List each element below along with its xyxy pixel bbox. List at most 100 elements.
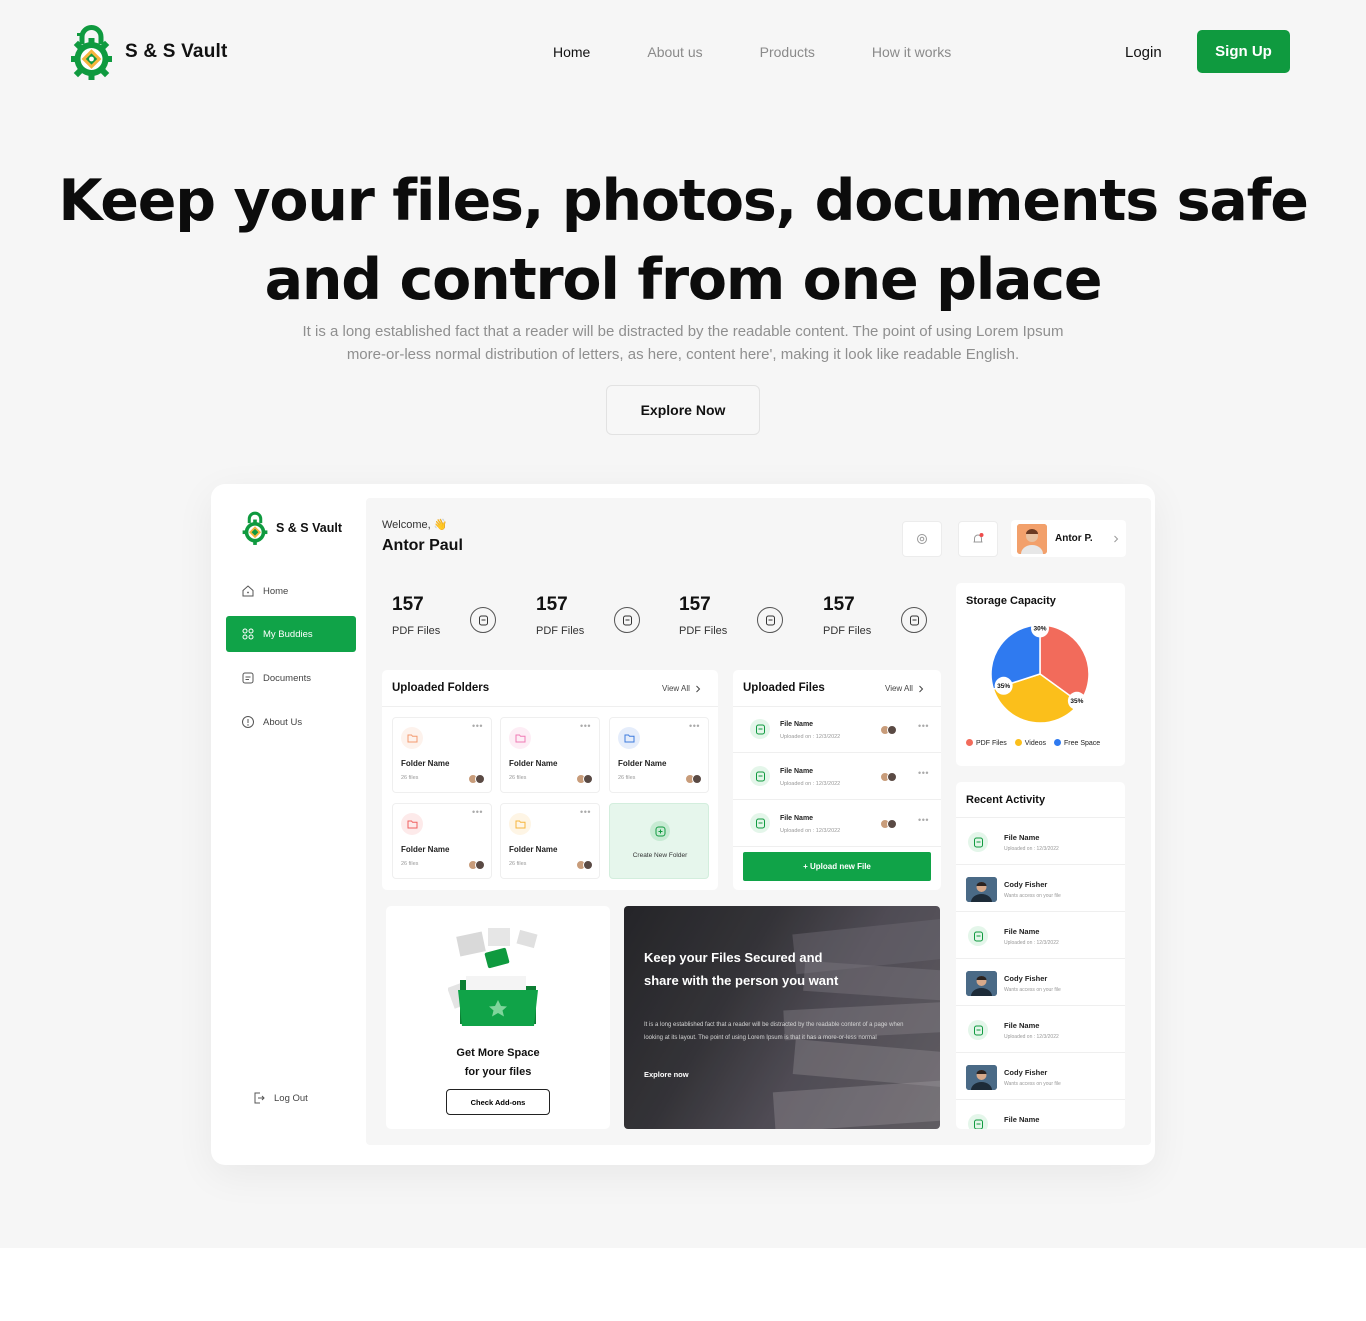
legend-label: Videos bbox=[1024, 740, 1047, 747]
explore-now-button[interactable]: Explore Now bbox=[606, 385, 760, 435]
activity-subtitle: Uploaded on : 12/3/2022 bbox=[1004, 846, 1059, 852]
nav-products-link[interactable]: Products bbox=[760, 44, 815, 60]
nav-home-link[interactable]: Home bbox=[553, 44, 590, 60]
shared-users-avatars bbox=[880, 772, 897, 782]
activity-item[interactable]: Cody Fisher Wants access on your file bbox=[956, 864, 1125, 911]
stat-card[interactable]: 157 PDF Files bbox=[526, 583, 654, 657]
pie-label-text: 35% bbox=[1070, 698, 1083, 705]
sidebar-logo[interactable]: S & S Vault bbox=[242, 511, 342, 545]
folder-icon bbox=[509, 727, 531, 749]
banner-explore-link[interactable]: Explore now bbox=[644, 1070, 689, 1079]
card-title: Uploaded Folders bbox=[392, 682, 490, 694]
avatar bbox=[1017, 523, 1047, 554]
settings-button[interactable] bbox=[902, 521, 942, 557]
activity-item[interactable]: File Name Uploaded on : 12/3/2022 bbox=[956, 911, 1125, 958]
create-new-folder-tile[interactable]: Create New Folder bbox=[609, 803, 709, 879]
activity-title: Cody Fisher bbox=[1004, 880, 1048, 889]
nav-about-link[interactable]: About us bbox=[647, 44, 702, 60]
folder-tile[interactable]: ••• Folder Name 26 files bbox=[609, 717, 709, 793]
more-options-icon[interactable]: ••• bbox=[580, 721, 591, 731]
activity-item[interactable]: Cody Fisher Wants access on your file bbox=[956, 1052, 1125, 1099]
sidebar-item-label: Home bbox=[263, 585, 289, 597]
nav-how-it-works-link[interactable]: How it works bbox=[872, 44, 951, 60]
sidebar-brand-name: S & S Vault bbox=[276, 521, 342, 535]
activity-subtitle: Wants access on your file bbox=[1004, 1081, 1061, 1087]
more-options-icon[interactable]: ••• bbox=[472, 721, 483, 731]
sidebar-item-home[interactable]: Home bbox=[226, 573, 356, 609]
activity-subtitle: Uploaded on : 12/3/2022 bbox=[1004, 1034, 1059, 1040]
folder-icon bbox=[618, 727, 640, 749]
legend-swatch bbox=[966, 739, 973, 746]
dashboard-preview: S & S Vault Home My Buddies Documents Ab… bbox=[211, 484, 1155, 1165]
view-all-label: View All bbox=[662, 684, 690, 693]
activity-item[interactable]: File Name Uploaded on : 12/3/2022 bbox=[956, 1005, 1125, 1052]
activity-item[interactable]: Cody Fisher Wants access on your file bbox=[956, 958, 1125, 1005]
view-all-label: View All bbox=[885, 684, 913, 693]
avatar bbox=[583, 774, 593, 784]
check-addons-button[interactable]: Check Add-ons bbox=[446, 1089, 550, 1115]
stat-card[interactable]: 157 PDF Files bbox=[382, 583, 510, 657]
notifications-button[interactable] bbox=[958, 521, 998, 557]
folder-name: Folder Name bbox=[509, 845, 558, 854]
info-icon bbox=[241, 715, 255, 729]
folder-tile[interactable]: ••• Folder Name 26 files bbox=[500, 803, 600, 879]
sidebar-item-documents[interactable]: Documents bbox=[226, 660, 356, 696]
more-options-icon[interactable]: ••• bbox=[472, 807, 483, 817]
file-icon bbox=[750, 719, 770, 739]
file-row[interactable]: File Name Uploaded on : 12/3/2022 ••• bbox=[733, 801, 941, 845]
login-link[interactable]: Login bbox=[1125, 44, 1162, 61]
file-icon bbox=[750, 813, 770, 833]
folder-name: Folder Name bbox=[401, 845, 450, 854]
legend-swatch bbox=[1014, 739, 1022, 746]
activity-title: File Name bbox=[1004, 833, 1040, 842]
hero-subtitle-line-2: more-or-less normal distribution of lett… bbox=[346, 346, 1020, 363]
activity-title: Cody Fisher bbox=[1004, 974, 1048, 983]
legend-item-pdf: PDF Files bbox=[966, 739, 1007, 747]
stat-card[interactable]: 157 PDF Files bbox=[813, 583, 941, 657]
gear-icon bbox=[917, 534, 927, 544]
file-name: File Name bbox=[780, 768, 814, 775]
activity-item[interactable]: File Name Uploaded on : 12/3/2022 bbox=[956, 817, 1125, 864]
shared-users-avatars bbox=[576, 774, 593, 784]
folder-tile[interactable]: ••• Folder Name 26 files bbox=[500, 717, 600, 793]
avatar bbox=[966, 1065, 997, 1090]
avatar bbox=[887, 819, 897, 829]
profile-menu[interactable]: Antor P. bbox=[1011, 520, 1126, 557]
folders-view-all-link[interactable]: View All bbox=[662, 684, 701, 693]
sidebar-item-about-us[interactable]: About Us bbox=[226, 704, 356, 740]
divider bbox=[733, 752, 941, 753]
files-view-all-link[interactable]: View All bbox=[885, 684, 924, 693]
card-title: Uploaded Files bbox=[743, 682, 825, 694]
file-row[interactable]: File Name Uploaded on : 12/3/2022 ••• bbox=[733, 707, 941, 751]
banner-description: It is a long established fact that a rea… bbox=[644, 1022, 904, 1041]
more-options-icon[interactable]: ••• bbox=[580, 807, 591, 817]
more-options-icon[interactable]: ••• bbox=[689, 721, 700, 731]
file-icon bbox=[757, 607, 783, 633]
sidebar-item-label: Documents bbox=[263, 672, 312, 684]
avatar bbox=[887, 725, 897, 735]
upload-file-button[interactable]: + Upload new File bbox=[743, 852, 931, 881]
brand-logo[interactable]: S & S Vault bbox=[70, 24, 228, 80]
legend-label: Free Space bbox=[1064, 740, 1101, 747]
more-options-icon[interactable]: ••• bbox=[918, 721, 929, 731]
signup-button[interactable]: Sign Up bbox=[1197, 30, 1290, 73]
stat-card[interactable]: 157 PDF Files bbox=[669, 583, 797, 657]
logout-label: Log Out bbox=[274, 1092, 308, 1104]
storage-pie-chart: 35% 35% 30% bbox=[990, 619, 1090, 724]
welcome-text: Welcome, 👋 bbox=[382, 519, 448, 531]
shared-users-avatars bbox=[468, 774, 485, 784]
file-upload-date: Uploaded on : 12/3/2022 bbox=[780, 781, 841, 787]
legend-swatch bbox=[1054, 739, 1062, 746]
dashboard-sidebar: S & S Vault Home My Buddies Documents Ab… bbox=[211, 484, 366, 1165]
sidebar-item-my-buddies[interactable]: My Buddies bbox=[226, 616, 356, 652]
more-options-icon[interactable]: ••• bbox=[918, 768, 929, 778]
folder-tile[interactable]: ••• Folder Name 26 files bbox=[392, 717, 492, 793]
file-row[interactable]: File Name Uploaded on : 12/3/2022 ••• bbox=[733, 754, 941, 798]
logout-button[interactable]: Log Out bbox=[237, 1080, 367, 1116]
more-options-icon[interactable]: ••• bbox=[918, 815, 929, 825]
bell-icon bbox=[973, 533, 984, 543]
activity-item[interactable]: File Name bbox=[956, 1099, 1125, 1129]
divider bbox=[733, 846, 941, 847]
folder-tile[interactable]: ••• Folder Name 26 files bbox=[392, 803, 492, 879]
divider bbox=[382, 706, 718, 707]
